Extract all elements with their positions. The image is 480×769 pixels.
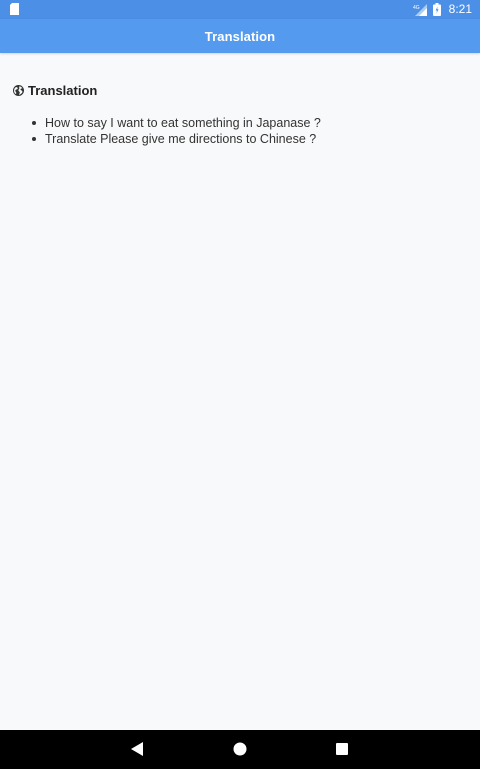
list-item: Translate Please give me directions to C… [29,131,321,147]
signal-icon: 4G [413,3,427,16]
globe-icon [13,85,24,96]
navigation-bar [0,730,480,769]
status-bar: 4G 8:21 [0,0,480,19]
translation-list: How to say I want to eat something in Ja… [29,115,321,147]
section-title: Translation [28,83,98,98]
battery-icon [432,3,441,16]
status-icons: 4G 8:21 [413,2,472,17]
square-icon [336,743,348,755]
list-item: How to say I want to eat something in Ja… [29,115,321,131]
recent-apps-button[interactable] [334,741,350,757]
home-icon [233,742,247,756]
back-icon [131,742,143,756]
network-type-label: 4G [413,5,420,11]
main-content: Translation How to say I want to eat som… [0,53,480,730]
back-button[interactable] [129,741,145,757]
section-heading: Translation [13,83,97,98]
sim-card-icon [10,3,19,15]
app-title: Translation [204,28,276,44]
home-button[interactable] [232,741,248,757]
app-bar: Translation [0,19,480,53]
status-time: 8:21 [448,2,472,16]
